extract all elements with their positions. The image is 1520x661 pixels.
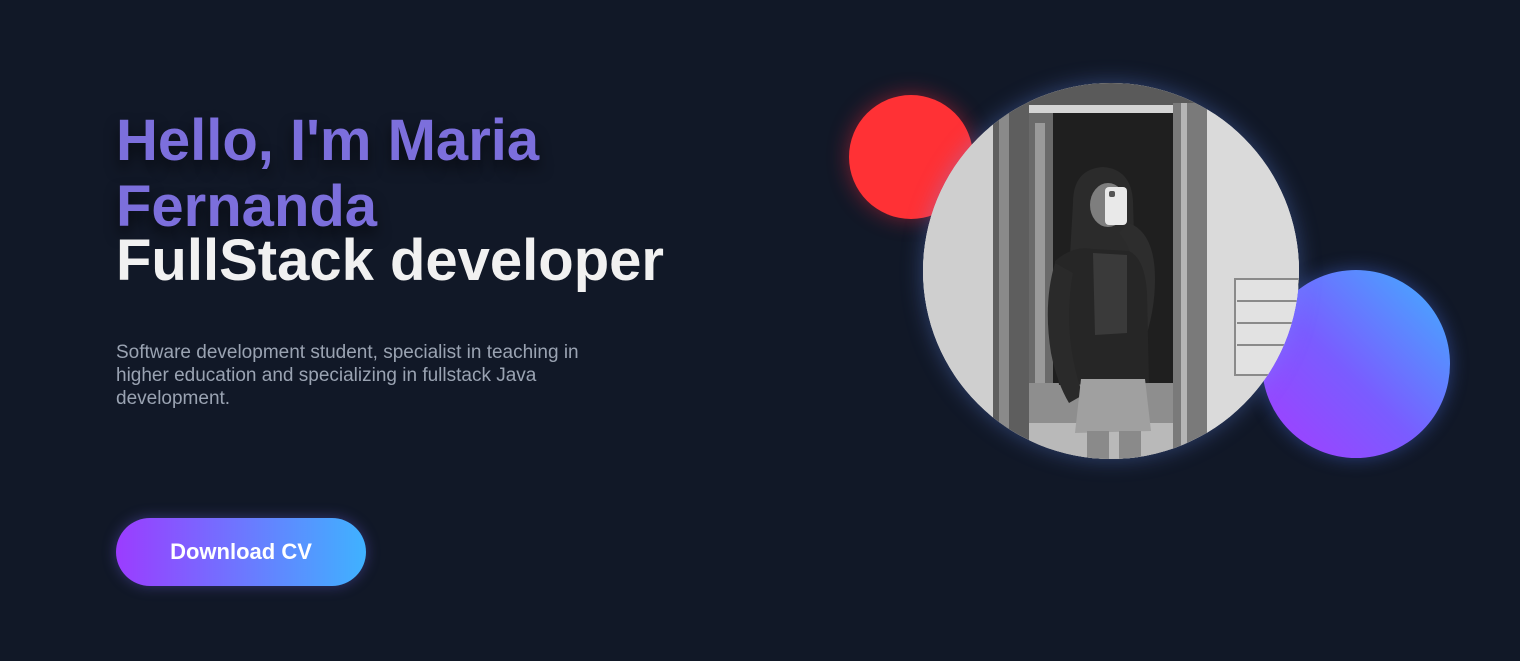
profile-photo xyxy=(923,83,1299,459)
role-heading: FullStack developer xyxy=(116,228,664,293)
greeting-heading: Hello, I'm Maria Fernanda xyxy=(116,108,540,239)
hero-description: Software development student, specialist… xyxy=(116,342,579,409)
hero-section: Hello, I'm Maria Fernanda FullStack deve… xyxy=(0,0,1520,661)
download-cv-button[interactable]: Download CV xyxy=(116,518,366,586)
